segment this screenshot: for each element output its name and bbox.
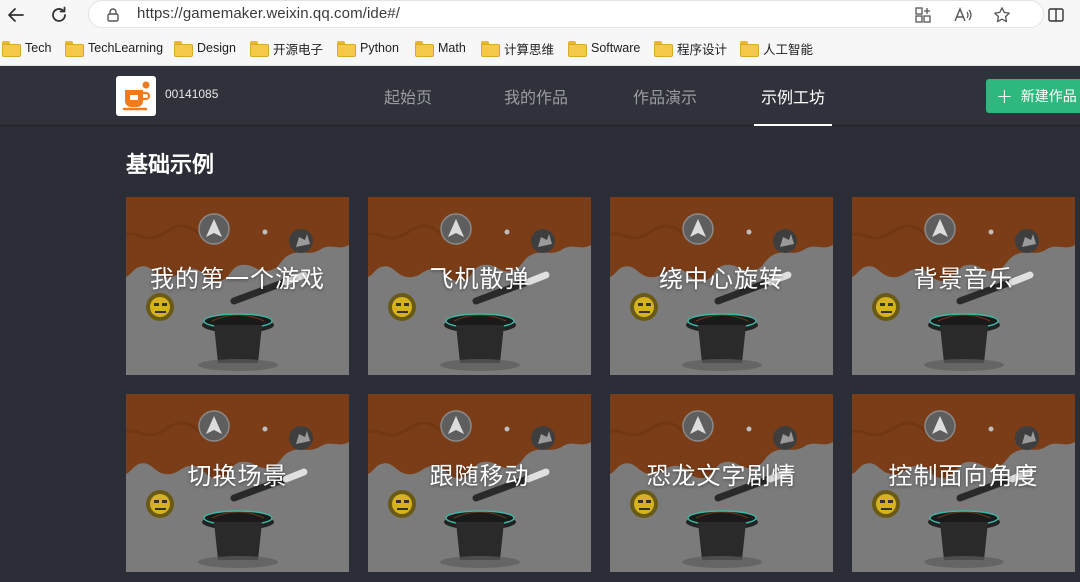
example-card-title: 恐龙文字剧情 [646,462,797,490]
folder-icon [2,41,21,57]
bookmark-software[interactable]: Software [568,39,640,57]
lock-icon[interactable] [103,5,123,25]
folder-icon [415,41,434,57]
app-logo[interactable] [116,76,156,116]
example-card[interactable]: 背景音乐 [852,197,1075,375]
bookmark-programming[interactable]: 程序设计 [654,39,727,57]
refresh-button[interactable] [46,2,72,28]
address-bar[interactable]: https://gamemaker.weixin.qq.com/ide#/ [88,0,1044,28]
bookmark-techlearning[interactable]: TechLearning [65,39,163,57]
section-title: 基础示例 [126,153,215,178]
example-card[interactable]: 跟随移动 [368,394,591,572]
example-card[interactable]: 飞机散弹 [368,197,591,375]
folder-icon [65,41,84,57]
example-card-title: 切换场景 [187,462,288,490]
bookmark-math[interactable]: Math [415,39,466,57]
example-card-title: 绕中心旋转 [659,265,784,293]
example-card[interactable]: 控制面向角度 [852,394,1075,572]
star-icon[interactable] [992,5,1012,25]
example-card-title: 跟随移动 [429,462,530,490]
example-card[interactable]: 切换场景 [126,394,349,572]
folder-icon [174,41,193,57]
example-card[interactable]: 绕中心旋转 [610,197,833,375]
tab-example-workshop[interactable]: 示例工坊 [754,66,832,126]
user-id: 00141085 [165,87,219,101]
folder-icon [654,41,673,57]
folder-icon [250,41,269,57]
tab-my-works[interactable]: 我的作品 [500,66,572,126]
extensions-icon[interactable] [913,5,933,25]
split-screen-button[interactable] [1043,2,1069,28]
refresh-icon [52,6,66,22]
bookmark-open-source-electronics[interactable]: 开源电子 [250,39,323,57]
browser-toolbar: https://gamemaker.weixin.qq.com/ide#/ [0,0,1080,30]
example-card-title: 控制面向角度 [888,462,1039,490]
url-text[interactable]: https://gamemaker.weixin.qq.com/ide#/ [137,5,400,22]
example-card[interactable]: 恐龙文字剧情 [610,394,833,572]
back-arrow-icon [8,8,24,22]
back-button[interactable] [3,2,29,28]
bookmark-ai[interactable]: 人工智能 [740,39,813,57]
new-project-button[interactable]: + 新建作品 [986,79,1080,113]
split-screen-icon [1048,8,1064,22]
bookmark-python[interactable]: Python [337,39,399,57]
bookmarks-bar: Tech TechLearning Design 开源电子 Python Mat… [0,30,1080,66]
bookmark-computational-thinking[interactable]: 计算思维 [481,39,554,57]
example-card-title: 背景音乐 [913,265,1014,293]
example-card-title: 我的第一个游戏 [150,265,325,293]
folder-icon [568,41,587,57]
app-header: 00141085 起始页 我的作品 作品演示 示例工坊 + 新建作品 [0,66,1080,126]
tab-demos[interactable]: 作品演示 [629,66,701,126]
main-content: 基础示例 我的第一个游戏 飞机散弹 绕中心旋转 背景音乐 切换场景 跟随移动 恐… [0,127,1080,582]
game-cup-icon [122,81,151,111]
folder-icon [481,41,500,57]
read-aloud-icon[interactable] [953,5,973,25]
bookmark-design[interactable]: Design [174,39,236,57]
example-card-title: 飞机散弹 [429,265,530,293]
example-card[interactable]: 我的第一个游戏 [126,197,349,375]
plus-icon: + [996,84,1013,108]
bookmark-tech[interactable]: Tech [2,39,51,57]
folder-icon [740,41,759,57]
tab-start-page[interactable]: 起始页 [380,66,436,126]
folder-icon [337,41,356,57]
